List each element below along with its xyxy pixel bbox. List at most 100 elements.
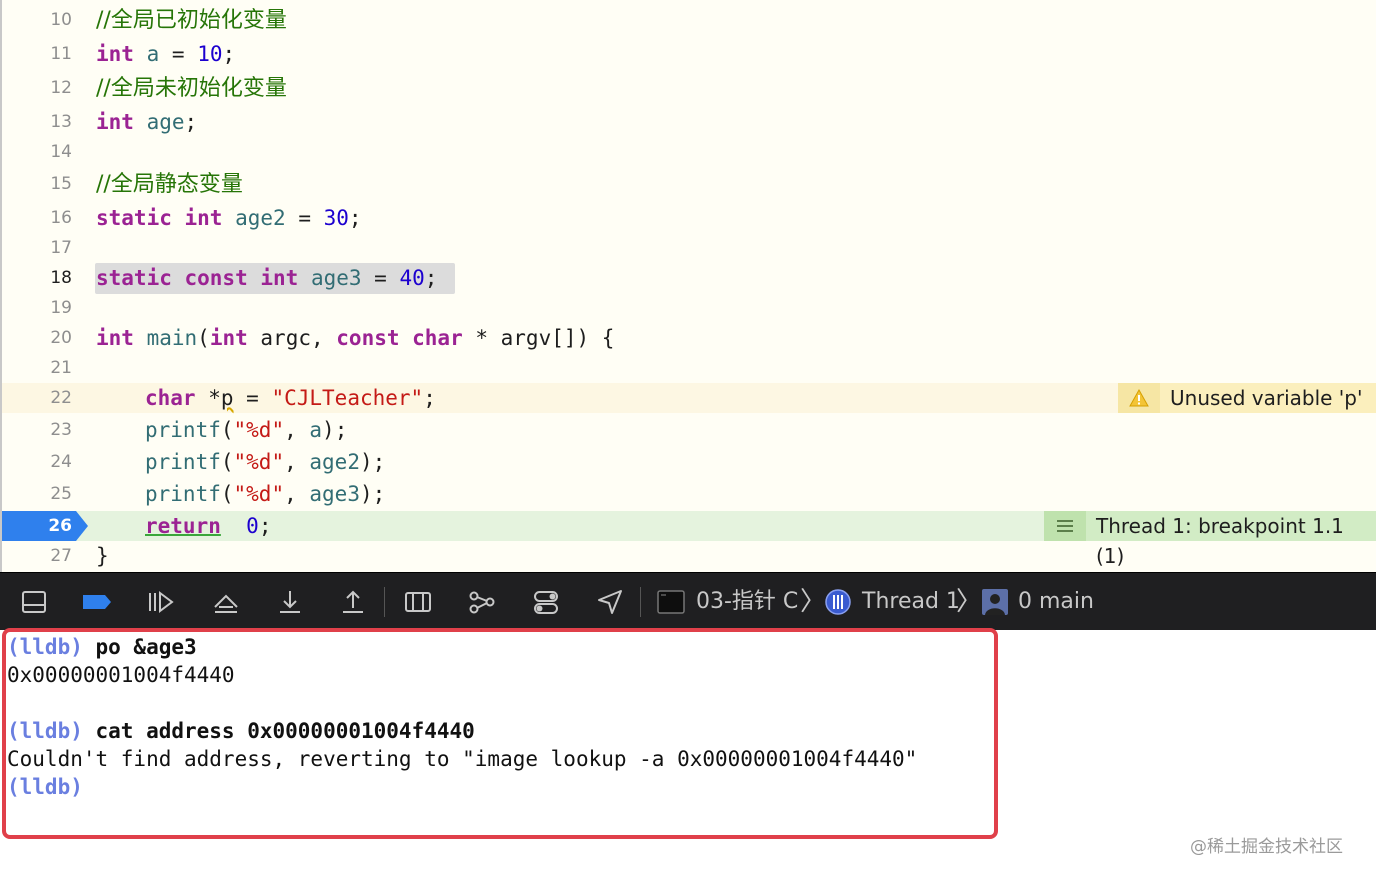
gutter[interactable]: 16 bbox=[2, 203, 86, 233]
gutter[interactable]: 19 bbox=[2, 293, 86, 323]
code-line-21[interactable]: 21 bbox=[2, 353, 1376, 383]
line-number: 27 bbox=[50, 546, 72, 566]
code-line-27[interactable]: 27 } bbox=[2, 541, 1376, 571]
gutter[interactable]: 18 bbox=[2, 263, 86, 293]
punctuation: ; bbox=[348, 206, 362, 230]
gutter[interactable]: 24 bbox=[2, 447, 86, 477]
step-out-button[interactable] bbox=[337, 586, 369, 618]
list-icon bbox=[1044, 511, 1086, 541]
breakpoints-toggle-button[interactable] bbox=[80, 586, 112, 618]
code-line-11[interactable]: 11 int a = 10; bbox=[2, 39, 1376, 69]
code-text: int age; bbox=[96, 107, 197, 137]
code-line-22[interactable]: 22 char *p = "CJLTeacher"; Unused variab… bbox=[2, 383, 1376, 413]
breadcrumb-target[interactable]: 03-指针 C bbox=[696, 573, 798, 631]
code-line-13[interactable]: 13 int age; bbox=[2, 107, 1376, 137]
code-line-25[interactable]: 25 printf("%d", age3); bbox=[2, 479, 1376, 509]
step-into-button[interactable] bbox=[274, 586, 306, 618]
code-line-23[interactable]: 23 printf("%d", a); bbox=[2, 415, 1376, 445]
gutter[interactable]: 12 bbox=[2, 73, 86, 103]
line-number: 15 bbox=[50, 174, 72, 194]
warning-icon bbox=[1118, 383, 1160, 413]
line-number: 22 bbox=[50, 388, 72, 408]
keyword: static int bbox=[96, 206, 223, 230]
gutter[interactable]: 22 bbox=[2, 383, 86, 413]
gutter[interactable]: 20 bbox=[2, 323, 86, 353]
gutter[interactable]: 13 bbox=[2, 107, 86, 137]
lldb-console[interactable]: (lldb) po &age3 0x00000001004f4440 (lldb… bbox=[0, 628, 1376, 880]
breadcrumb-thread[interactable]: Thread 1 bbox=[862, 573, 960, 631]
punctuation: ); bbox=[359, 482, 386, 506]
gutter[interactable]: 17 bbox=[2, 233, 86, 263]
code-line-18[interactable]: 18 static const int age3 = 40; bbox=[2, 263, 1376, 294]
panel-icon bbox=[22, 591, 46, 613]
gutter[interactable]: 10 bbox=[2, 5, 86, 35]
number-literal: 0 bbox=[246, 514, 259, 538]
gutter[interactable]: 15 bbox=[2, 169, 86, 199]
command-text: cat address 0x00000001004f4440 bbox=[82, 719, 475, 743]
function-name: printf bbox=[145, 450, 221, 474]
console-command-line: (lldb) cat address 0x00000001004f4440 bbox=[7, 717, 475, 745]
gutter[interactable]: 21 bbox=[2, 353, 86, 383]
console-output-line: 0x00000001004f4440 bbox=[7, 663, 235, 687]
identifier: p bbox=[220, 386, 234, 410]
toggles-icon bbox=[534, 591, 558, 614]
breakpoint-annotation[interactable]: Thread 1: breakpoint 1.1 (1) bbox=[1044, 511, 1376, 568]
toolbar-separator bbox=[640, 587, 641, 617]
gutter[interactable]: 27 bbox=[2, 541, 86, 571]
code-text: static const int age3 = 40; bbox=[96, 263, 437, 293]
thread-icon-button[interactable] bbox=[822, 586, 854, 618]
step-over-button[interactable] bbox=[210, 586, 242, 618]
code-line-14[interactable]: 14 bbox=[2, 137, 1376, 167]
keyword: char bbox=[145, 386, 196, 410]
memory-graph-button[interactable] bbox=[466, 586, 498, 618]
punctuation: , bbox=[284, 482, 310, 506]
user-frame-icon bbox=[982, 589, 1008, 615]
code-line-17[interactable]: 17 bbox=[2, 233, 1376, 263]
code-line-26[interactable]: 26 return 0; Thread 1: breakpoint 1.1 (1… bbox=[2, 511, 1376, 568]
punctuation: ; bbox=[258, 514, 272, 538]
code-line-24[interactable]: 24 printf("%d", age2); bbox=[2, 447, 1376, 477]
code-line-20[interactable]: 20 int main(int argc, const char * argv[… bbox=[2, 323, 1376, 353]
code-text: //全局已初始化变量 bbox=[96, 5, 287, 36]
gutter[interactable]: 26 bbox=[2, 511, 86, 541]
punctuation: ( bbox=[197, 326, 210, 350]
string-literal: "CJLTeacher" bbox=[271, 386, 424, 410]
code-text: return 0; bbox=[145, 511, 271, 541]
identifier: age2 bbox=[309, 450, 360, 474]
code-line-12[interactable]: 12 //全局未初始化变量 bbox=[2, 73, 1376, 103]
code-line-16[interactable]: 16 static int age2 = 30; bbox=[2, 203, 1376, 233]
code-text: static int age2 = 30; bbox=[96, 203, 362, 233]
warning-annotation[interactable]: Unused variable 'p' bbox=[1118, 383, 1376, 413]
code-text: printf("%d", age2); bbox=[145, 447, 385, 477]
environment-overrides-button[interactable] bbox=[530, 586, 562, 618]
punctuation: ); bbox=[359, 450, 386, 474]
operator: = bbox=[233, 386, 272, 410]
frame-icon-button[interactable] bbox=[979, 586, 1011, 618]
line-number: 11 bbox=[50, 44, 72, 64]
target-icon-button[interactable] bbox=[655, 586, 687, 618]
keyword: int bbox=[96, 110, 134, 134]
number-literal: 40 bbox=[399, 266, 425, 290]
memory-graph-icon bbox=[469, 591, 495, 614]
toolbar-separator bbox=[384, 587, 385, 617]
continue-button[interactable] bbox=[144, 586, 176, 618]
identifier: a bbox=[146, 42, 160, 66]
code-line-15[interactable]: 15 //全局静态变量 bbox=[2, 169, 1376, 199]
source-editor[interactable]: 10 //全局已初始化变量 11 int a = 10; 12 //全局未初始化… bbox=[0, 0, 1376, 572]
gutter[interactable]: 14 bbox=[2, 137, 86, 167]
line-number: 21 bbox=[50, 358, 72, 378]
code-line-19[interactable]: 19 bbox=[2, 293, 1376, 323]
punctuation: } bbox=[96, 544, 109, 568]
gutter[interactable]: 11 bbox=[2, 39, 86, 69]
gutter[interactable]: 23 bbox=[2, 415, 86, 445]
console-input-line[interactable]: (lldb) bbox=[7, 773, 83, 801]
view-hierarchy-button[interactable] bbox=[402, 586, 434, 618]
code-line-10[interactable]: 10 //全局已初始化变量 bbox=[2, 5, 1376, 35]
step-out-icon bbox=[343, 590, 363, 613]
string-literal: "%d" bbox=[233, 482, 285, 506]
simulate-location-button[interactable] bbox=[594, 586, 626, 618]
breadcrumb-frame[interactable]: 0 main bbox=[1018, 573, 1094, 631]
gutter[interactable]: 25 bbox=[2, 479, 86, 509]
punctuation: ( bbox=[220, 418, 234, 442]
hide-debug-area-button[interactable] bbox=[18, 586, 50, 618]
